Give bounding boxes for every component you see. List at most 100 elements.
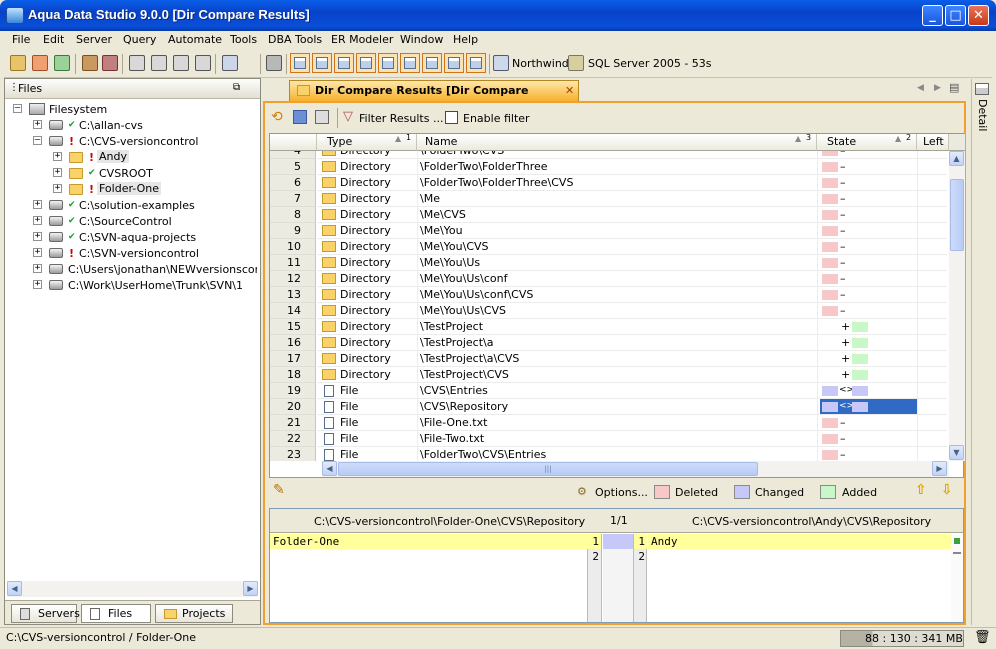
column-left-header[interactable]: Left [917, 134, 949, 151]
close-button[interactable]: ✕ [968, 5, 989, 26]
right-text-pane[interactable]: Andy [648, 534, 951, 622]
schema-icon[interactable] [173, 55, 189, 71]
table-row[interactable]: 20 File \CVS\Repository <> [270, 399, 949, 415]
column-state-header[interactable]: State ▲ 2 [817, 133, 917, 151]
tree-item[interactable]: + ! C:\SVN-versioncontrol [5, 245, 255, 261]
tab-dir-compare-results[interactable]: Dir Compare Results [Dir Compare Results… [289, 80, 579, 116]
enable-filter-checkbox[interactable] [445, 111, 458, 124]
menu-edit[interactable]: Edit [43, 33, 64, 46]
tree-item[interactable]: + C:\Work\UserHome\Trunk\SVN\1 [5, 277, 255, 293]
grid-hscroll[interactable]: ◀ ||| ▶ [322, 461, 949, 477]
menu-query[interactable]: Query [123, 33, 156, 46]
split-view-icon[interactable] [466, 53, 486, 73]
tree-item[interactable]: + ! Andy [5, 149, 255, 165]
table-row[interactable]: 15 Directory \TestProject + [270, 319, 949, 335]
table-row[interactable]: 6 Directory \FolderTwo\FolderThree\CVS – [270, 175, 949, 191]
tree-item[interactable]: + ✔ C:\solution-examples [5, 197, 255, 213]
connection-northwind[interactable]: Northwind [512, 57, 569, 70]
edit-icon[interactable]: ✎ [273, 482, 285, 498]
tree-item[interactable]: + ✔ C:\SVN-aqua-projects [5, 229, 255, 245]
table-row[interactable]: 9 Directory \Me\You – [270, 223, 949, 239]
xml-view-icon[interactable] [422, 53, 442, 73]
refresh-icon[interactable]: ⟲ [271, 109, 283, 125]
options-gear-icon[interactable]: ⚙ [577, 485, 587, 498]
tree-hscroll[interactable]: ◀ ▶ [7, 581, 258, 597]
scroll-up-icon[interactable]: ▲ [949, 151, 964, 166]
menu-window[interactable]: Window [400, 33, 443, 46]
garbage-collect-icon[interactable]: 🗑 [974, 630, 991, 645]
minimize-button[interactable]: _ [922, 5, 943, 26]
table-row[interactable]: 19 File \CVS\Entries <> [270, 383, 949, 399]
table-row[interactable]: 10 Directory \Me\You\CVS – [270, 239, 949, 255]
tab-projects[interactable]: Projects [155, 604, 233, 623]
chart-view-icon[interactable] [378, 53, 398, 73]
table-row[interactable]: 23 File \FolderTwo\CVS\Entries – [270, 447, 949, 461]
column-type-header[interactable]: Type ▲ 1 [317, 133, 417, 151]
table-row[interactable]: 18 Directory \TestProject\CVS + [270, 367, 949, 383]
print-icon[interactable] [266, 55, 282, 71]
tab-list-icon[interactable]: ▤ [949, 81, 959, 94]
form-view-icon[interactable] [312, 53, 332, 73]
view-icon[interactable] [151, 55, 167, 71]
tab-next-icon[interactable]: ▶ [934, 83, 941, 93]
tab-servers[interactable]: Servers [11, 604, 80, 623]
table-row[interactable]: 22 File \File-Two.txt – [270, 431, 949, 447]
menu-file[interactable]: File [12, 33, 30, 46]
script-icon[interactable] [102, 55, 118, 71]
table-row[interactable]: 11 Directory \Me\You\Us – [270, 255, 949, 271]
export-icon[interactable] [222, 55, 238, 71]
tree-item[interactable]: + ✔ C:\allan-cvs [5, 117, 255, 133]
new-server-icon[interactable] [10, 55, 26, 71]
left-text-pane[interactable]: Folder-One [270, 534, 588, 622]
menu-er-modeler[interactable]: ER Modeler [331, 33, 393, 46]
scroll-right-icon[interactable]: ▶ [243, 581, 258, 596]
connection-sqlserver[interactable]: SQL Server 2005 - 53s [588, 57, 712, 70]
options-button[interactable]: Options... [595, 486, 648, 499]
scroll-left-icon[interactable]: ◀ [7, 581, 22, 596]
table-row[interactable]: 5 Directory \FolderTwo\FolderThree – [270, 159, 949, 175]
detail-icon[interactable] [975, 83, 989, 95]
restore-panel-icon[interactable]: ⧉ [233, 82, 240, 93]
menu-dba-tools[interactable]: DBA Tools [268, 33, 322, 46]
pivot-view-icon[interactable] [356, 53, 376, 73]
bar-view-icon[interactable] [444, 53, 464, 73]
menu-server[interactable]: Server [76, 33, 112, 46]
server-icon[interactable] [568, 55, 584, 71]
tab-prev-icon[interactable]: ◀ [917, 83, 924, 93]
filter-icon[interactable]: ▽ [343, 109, 353, 124]
text-view-icon[interactable] [334, 53, 354, 73]
tree-item[interactable]: + ! Folder-One [5, 181, 255, 197]
print-preview-icon[interactable] [315, 110, 329, 124]
table-row[interactable]: 14 Directory \Me\You\Us\CVS – [270, 303, 949, 319]
table-row[interactable]: 21 File \File-One.txt – [270, 415, 949, 431]
filter-results-button[interactable]: Filter Results ... [359, 112, 443, 125]
previous-diff-icon[interactable]: ⇧ [915, 482, 927, 498]
compare-icon[interactable] [195, 55, 211, 71]
tab-files[interactable]: Files [81, 604, 151, 623]
table-row[interactable]: 4 Directory \FolderTwo\CVS – [270, 151, 949, 159]
connect-icon[interactable] [54, 55, 70, 71]
close-tab-icon[interactable]: ✕ [565, 81, 574, 100]
grid-view-icon[interactable] [290, 53, 310, 73]
database-icon[interactable] [493, 55, 509, 71]
tree-item[interactable]: + ✔ CVSROOT [5, 165, 255, 181]
grid-vscroll[interactable]: ▲ ▼ [949, 151, 965, 461]
table-row[interactable]: 7 Directory \Me – [270, 191, 949, 207]
next-diff-icon[interactable]: ⇩ [941, 482, 953, 498]
register-server-icon[interactable] [32, 55, 48, 71]
grid-hscroll-thumb[interactable]: ||| [338, 462, 758, 476]
grid-vscroll-thumb[interactable] [950, 179, 964, 251]
column-name-header[interactable]: Name ▲ 3 [417, 133, 817, 151]
tree-item[interactable]: + C:\Users\jonathan\NEWversionscontro [5, 261, 257, 277]
table-row[interactable]: 12 Directory \Me\You\Us\conf – [270, 271, 949, 287]
menu-automate[interactable]: Automate [168, 33, 222, 46]
scroll-down-icon[interactable]: ▼ [949, 445, 964, 460]
menu-tools[interactable]: Tools [230, 33, 257, 46]
menu-help[interactable]: Help [453, 33, 478, 46]
tree-root[interactable]: – Filesystem [5, 101, 255, 117]
table-row[interactable]: 17 Directory \TestProject\a\CVS + [270, 351, 949, 367]
save-icon[interactable] [293, 110, 307, 124]
tree-item[interactable]: – ! C:\CVS-versioncontrol [5, 133, 255, 149]
table-row[interactable]: 16 Directory \TestProject\a + [270, 335, 949, 351]
table-row[interactable]: 13 Directory \Me\You\Us\conf\CVS – [270, 287, 949, 303]
